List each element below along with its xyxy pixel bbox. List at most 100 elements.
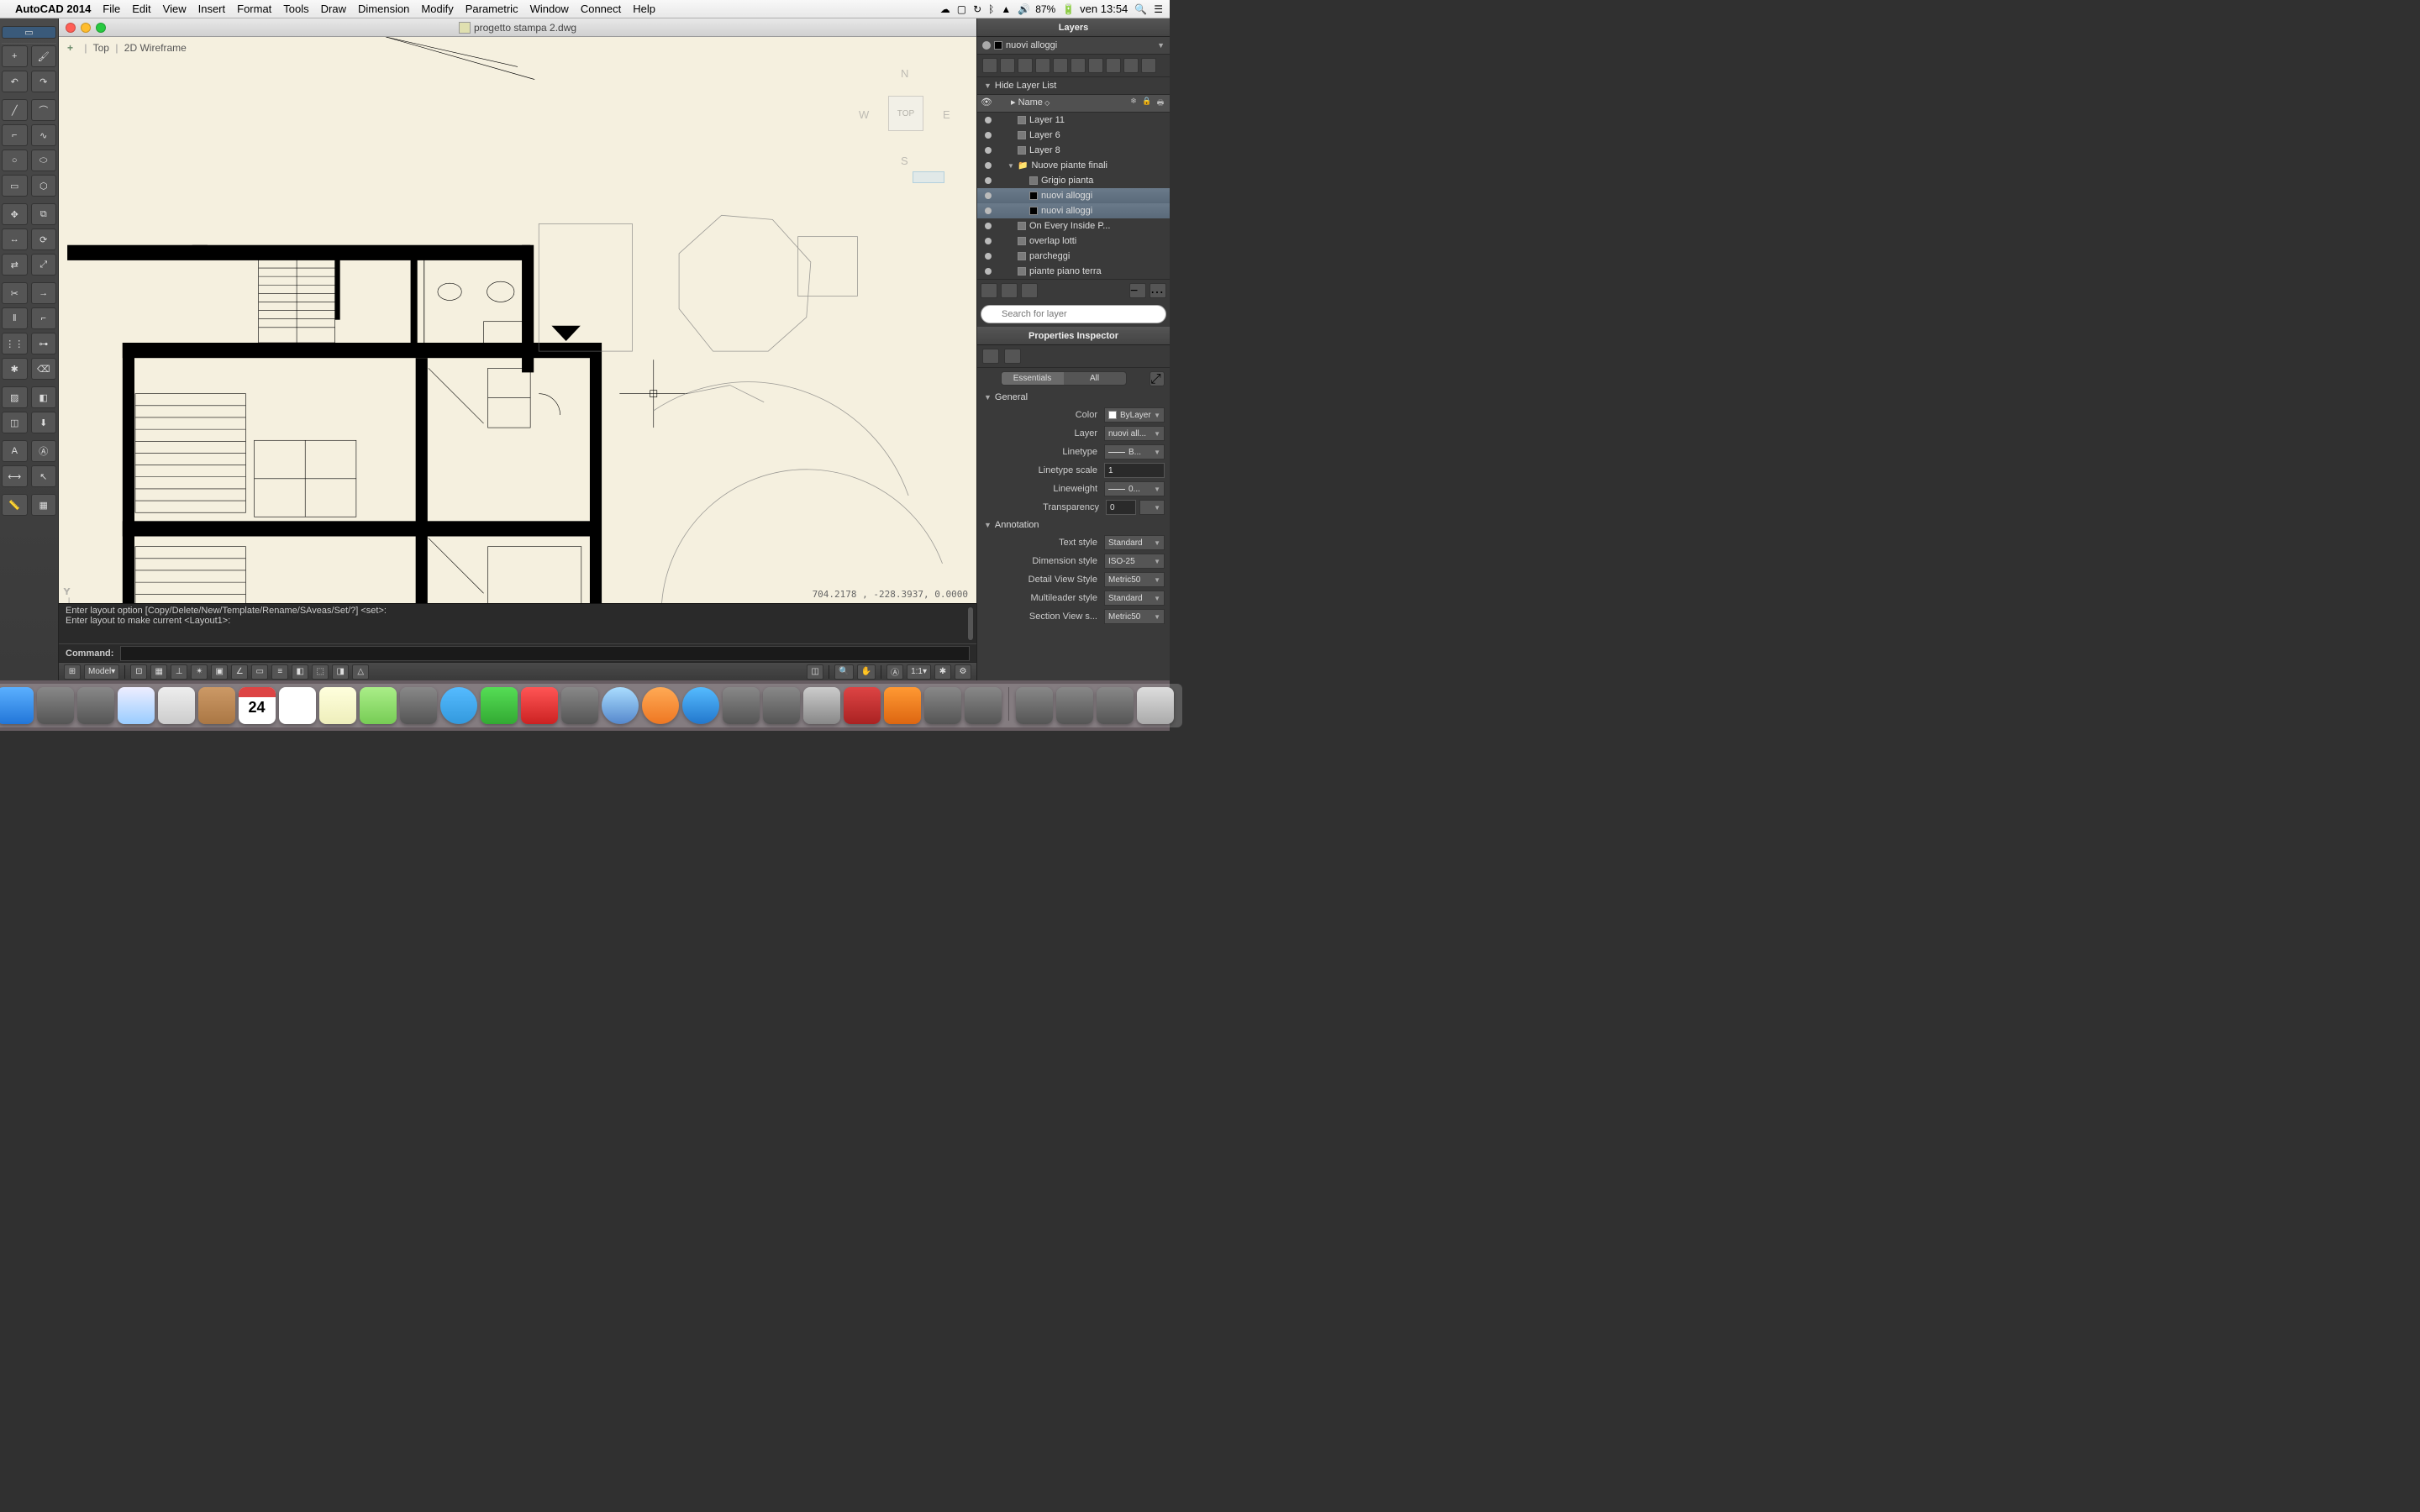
layer-visible-dot-icon[interactable] bbox=[985, 268, 992, 275]
measure-tool-icon[interactable]: 📏 bbox=[2, 494, 28, 516]
layer-visible-dot-icon[interactable] bbox=[985, 147, 992, 154]
drawing-viewport[interactable]: + | Top | 2D Wireframe N S E W TOP bbox=[59, 37, 976, 603]
layer-row[interactable]: Layer 6 bbox=[977, 128, 1170, 143]
dock-app2-icon[interactable] bbox=[965, 687, 1002, 724]
wireframe-toggle-icon[interactable]: ▭ bbox=[2, 26, 56, 39]
menu-edit[interactable]: Edit bbox=[132, 3, 150, 15]
menu-insert[interactable]: Insert bbox=[198, 3, 226, 15]
stretch-tool-icon[interactable]: ↔ bbox=[2, 228, 28, 250]
menu-help[interactable]: Help bbox=[633, 3, 655, 15]
copy-tool-icon[interactable]: ⧉ bbox=[31, 203, 57, 225]
block-tool-icon[interactable]: ◫ bbox=[2, 412, 28, 433]
quick-properties-tab-icon[interactable] bbox=[982, 349, 999, 364]
dock-maps-icon[interactable] bbox=[360, 687, 397, 724]
dock-mail-icon[interactable] bbox=[158, 687, 195, 724]
gradient-tool-icon[interactable]: ◧ bbox=[31, 386, 57, 408]
dock-blender-icon[interactable] bbox=[884, 687, 921, 724]
volume-icon[interactable]: 🔊 bbox=[1018, 3, 1030, 15]
layer-states-icon[interactable] bbox=[982, 58, 997, 73]
undo-icon[interactable]: ↶ bbox=[2, 71, 28, 92]
plot-column-icon[interactable]: 🖶 bbox=[1155, 97, 1166, 110]
redo-icon[interactable]: ↷ bbox=[31, 71, 57, 92]
dimension-tool-icon[interactable]: ⟷ bbox=[2, 465, 28, 487]
osnap-icon[interactable]: ▣ bbox=[211, 664, 228, 680]
table-tool-icon[interactable]: ▦ bbox=[31, 494, 57, 516]
menu-tools[interactable]: Tools bbox=[283, 3, 308, 15]
dock-iphoto-icon[interactable] bbox=[561, 687, 598, 724]
layer-visible-dot-icon[interactable] bbox=[985, 238, 992, 244]
expand-properties-icon[interactable]: ⤢ bbox=[1150, 371, 1165, 386]
insert-tool-icon[interactable]: ⬇ bbox=[31, 412, 57, 433]
layer-visible-dot-icon[interactable] bbox=[985, 223, 992, 229]
ellipse-tool-icon[interactable]: ⬭ bbox=[31, 150, 57, 171]
layer-table-header[interactable]: 👁 ▸ Name ◇ ❄ 🔒 🖶 bbox=[977, 95, 1170, 113]
layer-visible-dot-icon[interactable] bbox=[985, 132, 992, 139]
scale-display[interactable]: 1:1 ▾ bbox=[907, 664, 931, 680]
layer-row[interactable]: Layer 11 bbox=[977, 113, 1170, 128]
wifi-icon[interactable]: ▲ bbox=[1001, 3, 1011, 15]
offset-tool-icon[interactable]: ‖ bbox=[2, 307, 28, 329]
current-layer-bar[interactable]: nuovi alloggi ▼ bbox=[977, 37, 1170, 55]
layer-delete-icon[interactable] bbox=[1141, 58, 1156, 73]
layer-visible-dot-icon[interactable] bbox=[985, 177, 992, 184]
dock-itunes-icon[interactable] bbox=[602, 687, 639, 724]
brush-tool-icon[interactable]: 🖌 bbox=[31, 45, 57, 67]
menu-modify[interactable]: Modify bbox=[421, 3, 453, 15]
layer-visible-dot-icon[interactable] bbox=[985, 207, 992, 214]
dock-teamviewer-icon[interactable] bbox=[1016, 687, 1053, 724]
dock-photobooth-icon[interactable] bbox=[521, 687, 558, 724]
cursor-tool-icon[interactable]: + bbox=[2, 45, 28, 67]
layer-off-icon[interactable] bbox=[1053, 58, 1068, 73]
spline-tool-icon[interactable]: ∿ bbox=[31, 124, 57, 146]
properties-filter-segmented[interactable]: Essentials All bbox=[1001, 371, 1127, 386]
chevron-down-icon[interactable]: ▼ bbox=[1157, 41, 1165, 50]
dock-notes-icon[interactable] bbox=[319, 687, 356, 724]
dimension-style-dropdown[interactable]: ISO-25▼ bbox=[1104, 554, 1165, 569]
menu-parametric[interactable]: Parametric bbox=[466, 3, 518, 15]
dock-gamecenter-icon[interactable] bbox=[723, 687, 760, 724]
all-tab[interactable]: All bbox=[1064, 372, 1126, 385]
dock-folder-icon[interactable] bbox=[1097, 687, 1134, 724]
leader-tool-icon[interactable]: ↖ bbox=[31, 465, 57, 487]
menu-format[interactable]: Format bbox=[237, 3, 271, 15]
zoom-window-icon[interactable] bbox=[96, 23, 106, 33]
layer-filter-icon[interactable] bbox=[981, 283, 997, 298]
scale-tool-icon[interactable]: ⤢ bbox=[31, 254, 57, 276]
layer-visible-dot-icon[interactable] bbox=[985, 253, 992, 260]
layer-row[interactable]: overlap lotti bbox=[977, 234, 1170, 249]
layer-uniso-icon[interactable] bbox=[1018, 58, 1033, 73]
layer-visible-dot-icon[interactable] bbox=[985, 117, 992, 123]
layer-row[interactable]: parcheggi bbox=[977, 249, 1170, 264]
menu-window[interactable]: Window bbox=[530, 3, 569, 15]
new-layer-icon[interactable] bbox=[1001, 283, 1018, 298]
lwt-icon[interactable]: ≡ bbox=[271, 664, 288, 680]
layer-options-icon[interactable]: ⋯ bbox=[1150, 283, 1166, 298]
lock-column-icon[interactable]: 🔒 bbox=[1141, 97, 1153, 110]
layer-search-input[interactable] bbox=[981, 305, 1166, 323]
freeze-column-icon[interactable]: ❄ bbox=[1128, 97, 1139, 110]
tpy-icon[interactable]: ◨ bbox=[332, 664, 349, 680]
rectangle-tool-icon[interactable]: ▭ bbox=[2, 175, 28, 197]
dock-launchpad-icon[interactable] bbox=[37, 687, 74, 724]
layer-row[interactable]: piante piano terra bbox=[977, 264, 1170, 279]
gear-icon[interactable]: ⚙ bbox=[955, 664, 971, 680]
sc-icon[interactable]: ⬚ bbox=[312, 664, 329, 680]
battery-icon[interactable]: 🔋 bbox=[1062, 3, 1075, 15]
dyn-icon[interactable]: ▭ bbox=[251, 664, 268, 680]
layer-prev-icon[interactable] bbox=[1123, 58, 1139, 73]
detail-style-dropdown[interactable]: Metric50▼ bbox=[1104, 572, 1165, 587]
modelspace-icon[interactable]: ◫ bbox=[807, 664, 823, 680]
menu-view[interactable]: View bbox=[163, 3, 187, 15]
menu-connect[interactable]: Connect bbox=[581, 3, 621, 15]
layer-freeze-icon[interactable] bbox=[1035, 58, 1050, 73]
transparency-bylayer-icon[interactable]: ▼ bbox=[1139, 500, 1165, 515]
timemachine-icon[interactable]: ↻ bbox=[973, 3, 981, 15]
dock-autocad-icon[interactable] bbox=[844, 687, 881, 724]
dock-libreoffice-icon[interactable] bbox=[763, 687, 800, 724]
delete-layer-icon[interactable]: − bbox=[1129, 283, 1146, 298]
layer-match-icon[interactable] bbox=[1106, 58, 1121, 73]
menu-draw[interactable]: Draw bbox=[321, 3, 346, 15]
dock-downloads-icon[interactable] bbox=[1056, 687, 1093, 724]
transparency-input[interactable] bbox=[1106, 500, 1136, 515]
menu-file[interactable]: File bbox=[103, 3, 120, 15]
